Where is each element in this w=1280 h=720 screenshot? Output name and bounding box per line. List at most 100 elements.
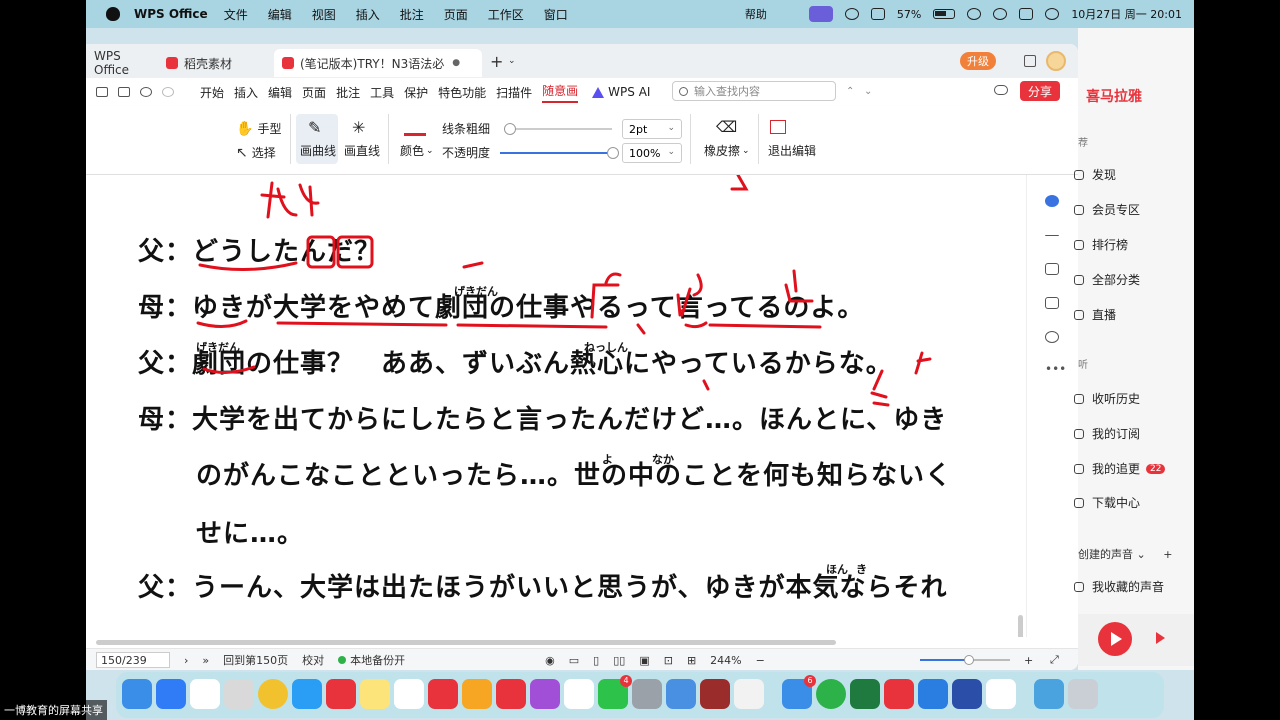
next-page-icon[interactable]: › [184, 654, 188, 667]
ribbon-page[interactable]: 页面 [302, 84, 326, 101]
trash-icon[interactable] [1068, 679, 1098, 709]
menu-window[interactable]: 窗口 [544, 6, 568, 23]
mail-app-icon[interactable] [394, 679, 424, 709]
fullscreen-icon[interactable]: ⤢ [1050, 653, 1059, 667]
netease-music-icon[interactable] [496, 679, 526, 709]
eraser-icon[interactable]: ⌫ [716, 118, 737, 136]
share-button[interactable]: 分享 [1020, 81, 1061, 101]
search-next-icon[interactable]: ⌄ [864, 86, 872, 97]
thickness-slider-knob[interactable] [504, 123, 517, 135]
proofread-button[interactable]: 校对 [302, 652, 324, 668]
backup-status[interactable]: 本地备份开 [338, 652, 405, 668]
xm-following[interactable]: 我的追更 22 [1074, 460, 1166, 477]
xm-discover[interactable]: 发现 [1074, 166, 1116, 183]
document-page[interactable]: 父：どうしたんだ？ げきだん 母：ゆきが大学をやめて劇団の仕事やるって言ってるの… [86, 175, 1026, 637]
created-header[interactable]: 创建的声音 ⌄ + [1078, 546, 1172, 562]
ribbon-scan[interactable]: 扫描件 [496, 84, 532, 101]
menu-annotate[interactable]: 批注 [400, 6, 424, 23]
qq-icon[interactable] [564, 679, 594, 709]
opacity-select[interactable]: 100% ⌄ [622, 143, 682, 163]
zoom-slider[interactable] [920, 655, 1010, 665]
zoom-level[interactable]: 244% [710, 654, 741, 667]
floating-tool-icon[interactable] [1045, 195, 1059, 207]
xm-live[interactable]: 直播 [1074, 306, 1116, 323]
finder-icon[interactable] [122, 679, 152, 709]
writing-app-icon[interactable] [190, 679, 220, 709]
podcasts-icon[interactable] [530, 679, 560, 709]
undo-icon[interactable] [140, 87, 152, 97]
menu-workspace[interactable]: 工作区 [488, 6, 524, 23]
ribbon-insert[interactable]: 插入 [234, 84, 258, 101]
menu-insert[interactable]: 插入 [356, 6, 380, 23]
screen-share-icon[interactable] [808, 6, 833, 22]
next-track-icon[interactable] [1156, 632, 1165, 644]
horizontal-scrollbar[interactable] [96, 640, 836, 645]
color-dropdown[interactable]: 颜色 ⌄ [400, 142, 434, 159]
print2-icon[interactable] [118, 87, 130, 97]
settings-sliders-icon[interactable] [1045, 263, 1059, 275]
zoom-slider-knob[interactable] [964, 655, 974, 665]
tab-materials[interactable]: 稻壳素材 [158, 49, 270, 77]
search-box[interactable]: 输入查找内容 [672, 81, 836, 101]
control-center-icon[interactable] [1019, 8, 1034, 20]
opacity-slider-knob[interactable] [607, 147, 619, 159]
photos-icon[interactable] [462, 679, 492, 709]
link-icon[interactable] [967, 8, 982, 20]
eraser-dropdown[interactable]: 橡皮擦 ⌄ [704, 142, 750, 159]
menubar-app-name[interactable]: WPS Office [134, 7, 208, 21]
xiaohongshu-icon[interactable] [884, 679, 914, 709]
cloud-app-icon[interactable] [918, 679, 948, 709]
window-restore-icon[interactable] [1024, 55, 1036, 67]
ribbon-freedraw[interactable]: 随意画 [542, 82, 579, 103]
new-tab-plus-icon[interactable]: + [490, 52, 503, 71]
upgrade-button[interactable]: 升级 [960, 52, 996, 70]
ribbon-edit[interactable]: 编辑 [268, 84, 292, 101]
ribbon-home[interactable]: 开始 [200, 84, 224, 101]
pen-color-icon[interactable] [404, 120, 426, 136]
tab-close-dot-icon[interactable]: ● [452, 58, 460, 68]
wechat-icon[interactable]: 4 [598, 675, 632, 709]
menu-file[interactable]: 文件 [224, 6, 248, 23]
dictionary-icon[interactable] [700, 679, 730, 709]
wps-icon[interactable] [326, 679, 356, 709]
opacity-slider[interactable] [500, 147, 619, 159]
wps-ai-button[interactable]: WPS AI [592, 85, 650, 99]
hand-tool[interactable]: ✋ 手型 [236, 120, 281, 137]
menu-page[interactable]: 页面 [444, 6, 468, 23]
xm-categories[interactable]: 全部分类 [1074, 271, 1140, 288]
preview-icon[interactable] [632, 679, 662, 709]
downloads-folder-icon[interactable] [1034, 679, 1064, 709]
exit-edit-button[interactable]: 退出编辑 [768, 142, 816, 159]
fit-width-icon[interactable]: ⊡ [664, 654, 673, 667]
menu-help[interactable]: 帮助 [745, 6, 767, 22]
more-icon[interactable]: ••• [1045, 363, 1066, 377]
page-view-icon[interactable]: ▭ [569, 654, 579, 667]
layers-app-icon[interactable] [952, 679, 982, 709]
page-number-input[interactable]: 150/239 [96, 652, 170, 668]
add-icon[interactable]: + [1163, 548, 1172, 561]
select-tool[interactable]: ↖ 选择 [236, 144, 276, 161]
tab-wps-home[interactable]: WPS Office [86, 49, 152, 77]
xm-history[interactable]: 收听历史 [1074, 390, 1140, 407]
menu-edit[interactable]: 编辑 [268, 6, 292, 23]
play-button[interactable] [1098, 622, 1132, 656]
play-icon[interactable] [844, 8, 859, 20]
back-to-page-button[interactable]: 回到第150页 [223, 652, 288, 668]
baidu-netdisk-icon[interactable] [666, 679, 696, 709]
double-page-icon[interactable]: ▯▯ [613, 654, 625, 667]
fit-page-icon[interactable]: ▣ [639, 654, 649, 667]
xm-downloads[interactable]: 下载中心 [1074, 494, 1140, 511]
last-page-icon[interactable]: » [202, 654, 209, 667]
mail-icon[interactable]: 6 [782, 675, 816, 709]
tab-dropdown-icon[interactable]: ⌄ [508, 56, 516, 66]
straight-line-icon[interactable]: ✳ [352, 118, 365, 137]
xm-subscriptions[interactable]: 我的订阅 [1074, 425, 1140, 442]
excel-icon[interactable] [850, 679, 880, 709]
spotlight-icon[interactable] [993, 8, 1008, 20]
ribbon-features[interactable]: 特色功能 [438, 84, 486, 101]
vertical-scrollbar[interactable] [1018, 615, 1023, 637]
ribbon-protect[interactable]: 保护 [404, 84, 428, 101]
battery-icon[interactable] [933, 9, 956, 19]
ribbon-tools[interactable]: 工具 [370, 84, 394, 101]
chrome-icon[interactable] [258, 679, 288, 709]
